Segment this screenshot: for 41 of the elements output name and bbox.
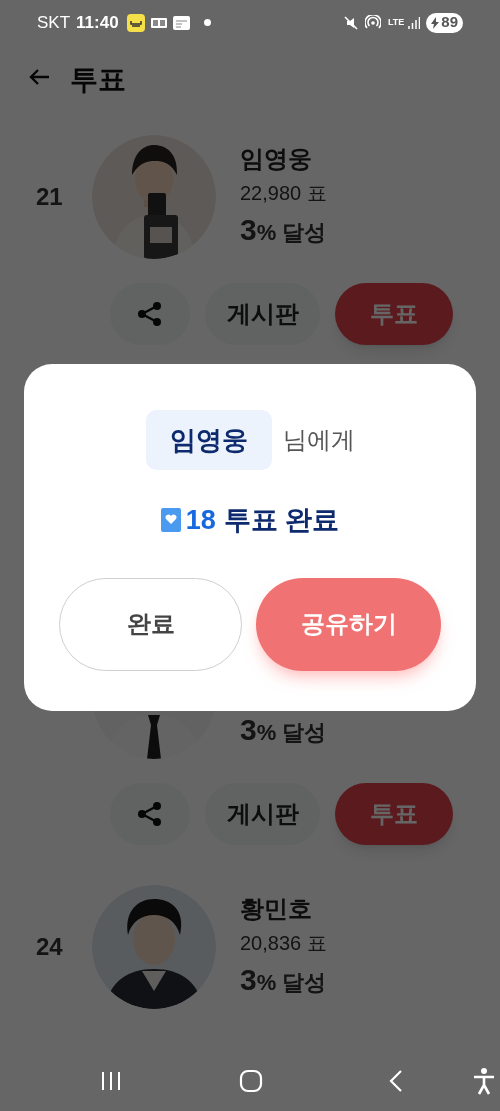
recent-apps-icon[interactable] <box>100 1069 122 1092</box>
percent-label: % 달성 <box>256 219 327 247</box>
document-icon <box>172 15 190 30</box>
app-face-icon <box>126 13 145 32</box>
vote-button[interactable]: 투표 <box>335 283 453 345</box>
signal-icon <box>408 16 421 29</box>
percent-value: 3 <box>240 712 257 748</box>
home-icon[interactable] <box>239 1068 263 1093</box>
network-label: LTE <box>387 18 405 27</box>
back-arrow-icon[interactable] <box>28 68 50 86</box>
percent-label: % 달성 <box>256 969 327 997</box>
charging-bolt-icon <box>431 16 440 29</box>
share-icon <box>137 801 163 827</box>
page-title: 투표 <box>70 63 126 97</box>
back-icon[interactable] <box>389 1068 403 1093</box>
percent-label: % 달성 <box>256 719 327 747</box>
recipient-suffix: 님에게 <box>282 425 355 455</box>
vote-complete-message: 투표 완료 <box>223 504 340 537</box>
clock-time: 11:40 <box>76 11 119 34</box>
rank-number: 21 <box>36 183 63 210</box>
recipient-name: 임영웅 <box>145 410 272 470</box>
vote-amount: 18 <box>185 504 216 537</box>
carrier-name: SKT <box>37 11 71 34</box>
percent-value: 3 <box>240 212 257 248</box>
share-button[interactable]: 공유하기 <box>256 577 441 671</box>
hotspot-icon <box>364 15 381 30</box>
mute-icon <box>343 15 358 30</box>
candidate-name: 임영웅 <box>240 144 313 174</box>
vote-button[interactable]: 투표 <box>335 783 453 845</box>
share-icon <box>137 301 163 327</box>
battery-level: 89 <box>441 12 458 33</box>
news-icon <box>150 17 167 28</box>
vote-count: 22,980 표 <box>240 181 327 206</box>
vote-count: 20,836 표 <box>240 931 327 956</box>
candidate-name: 황민호 <box>240 894 313 924</box>
done-button[interactable]: 완료 <box>59 577 242 671</box>
board-button[interactable]: 게시판 <box>205 783 320 845</box>
accessibility-icon[interactable] <box>472 1066 496 1095</box>
board-button[interactable]: 게시판 <box>205 283 320 345</box>
rank-number: 24 <box>36 933 63 960</box>
percent-value: 3 <box>240 962 257 998</box>
